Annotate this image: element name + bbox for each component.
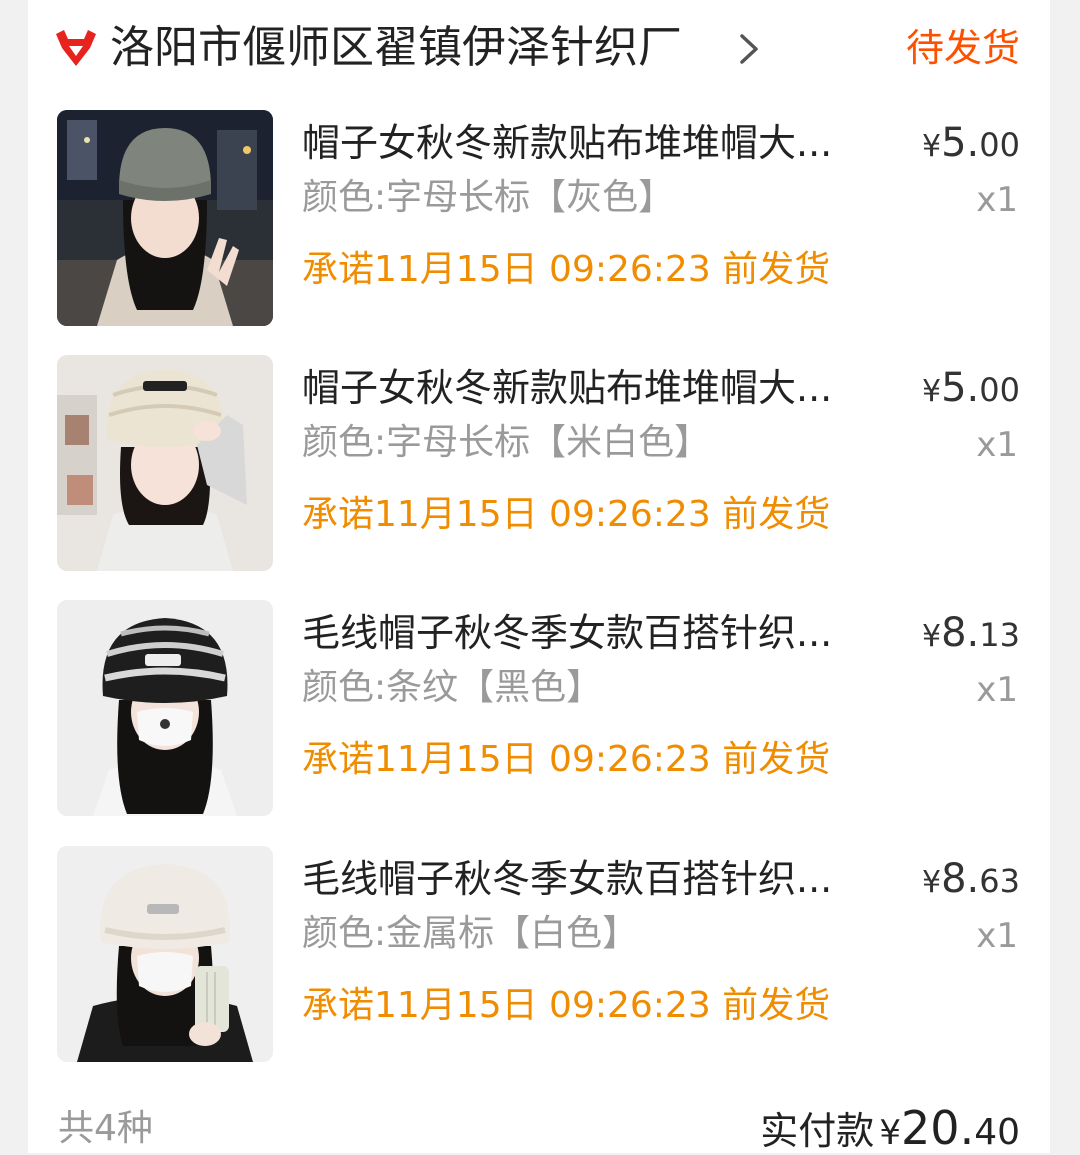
white-fur-hat-photo[interactable]: [57, 846, 273, 1062]
price-decimal: 13: [979, 616, 1020, 654]
price-decimal: 63: [979, 862, 1020, 900]
item-quantity: x1: [976, 425, 1018, 465]
order-card[interactable]: 洛阳市偃师区翟镇伊泽针织厂 待发货 帽子女秋冬新款贴布堆堆帽大... 颜色:字母…: [28, 0, 1050, 1155]
item-title[interactable]: 帽子女秋冬新款贴布堆堆帽大...: [302, 363, 852, 413]
item-ship-promise: 承诺11月15日 09:26:23 前发货: [302, 739, 831, 780]
item-title[interactable]: 帽子女秋冬新款贴布堆堆帽大...: [302, 118, 852, 168]
gray-knit-beanie-photo[interactable]: [57, 110, 273, 326]
item-quantity: x1: [976, 916, 1018, 956]
item-price: ¥8.13: [922, 610, 1020, 656]
total-integer: 20.: [901, 1101, 975, 1155]
total-decimal: 40: [974, 1112, 1020, 1153]
shop-name[interactable]: 洛阳市偃师区翟镇伊泽针织厂: [110, 20, 682, 76]
price-symbol: ¥: [922, 619, 942, 654]
price-integer: 8.: [941, 856, 980, 902]
item-kind-count: 共4种: [58, 1108, 153, 1149]
item-sku: 颜色:条纹【黑色】: [302, 667, 603, 708]
total-payment: 实付款 ¥20.40: [760, 1100, 1020, 1155]
item-sku: 颜色:字母长标【米白色】: [302, 422, 711, 463]
chevron-right-icon[interactable]: [734, 32, 764, 66]
tmall-cat-icon: [56, 30, 96, 66]
total-label: 实付款: [760, 1109, 875, 1153]
price-integer: 8.: [941, 610, 980, 656]
item-sku: 颜色:金属标【白色】: [302, 913, 639, 954]
price-decimal: 00: [979, 371, 1020, 409]
price-symbol: ¥: [922, 129, 942, 164]
item-price: ¥8.63: [922, 856, 1020, 902]
item-sku: 颜色:字母长标【灰色】: [302, 177, 675, 218]
order-footer: 共4种 实付款 ¥20.40: [28, 1100, 1050, 1155]
total-symbol: ¥: [879, 1113, 902, 1153]
item-title[interactable]: 毛线帽子秋冬季女款百搭针织...: [302, 854, 852, 904]
price-integer: 5.: [941, 120, 980, 166]
item-quantity: x1: [976, 180, 1018, 220]
item-ship-promise: 承诺11月15日 09:26:23 前发货: [302, 985, 831, 1026]
item-title[interactable]: 毛线帽子秋冬季女款百搭针织...: [302, 608, 852, 658]
item-price: ¥5.00: [922, 365, 1020, 411]
item-quantity: x1: [976, 670, 1018, 710]
shop-header[interactable]: 洛阳市偃师区翟镇伊泽针织厂 待发货: [28, 14, 1050, 84]
order-item[interactable]: 毛线帽子秋冬季女款百搭针织... 颜色:金属标【白色】 承诺11月15日 09:…: [28, 846, 1050, 1064]
item-ship-promise: 承诺11月15日 09:26:23 前发货: [302, 249, 831, 290]
cream-knit-beanie-photo[interactable]: [57, 355, 273, 571]
price-decimal: 00: [979, 126, 1020, 164]
order-item[interactable]: 帽子女秋冬新款贴布堆堆帽大... 颜色:字母长标【米白色】 承诺11月15日 0…: [28, 355, 1050, 573]
item-ship-promise: 承诺11月15日 09:26:23 前发货: [302, 494, 831, 535]
price-symbol: ¥: [922, 865, 942, 900]
black-striped-fur-hat-photo[interactable]: [57, 600, 273, 816]
order-item[interactable]: 毛线帽子秋冬季女款百搭针织... 颜色:条纹【黑色】 承诺11月15日 09:2…: [28, 600, 1050, 818]
order-item[interactable]: 帽子女秋冬新款贴布堆堆帽大... 颜色:字母长标【灰色】 承诺11月15日 09…: [28, 110, 1050, 328]
price-integer: 5.: [941, 365, 980, 411]
item-price: ¥5.00: [922, 120, 1020, 166]
order-status: 待发货: [905, 26, 1020, 70]
price-symbol: ¥: [922, 374, 942, 409]
